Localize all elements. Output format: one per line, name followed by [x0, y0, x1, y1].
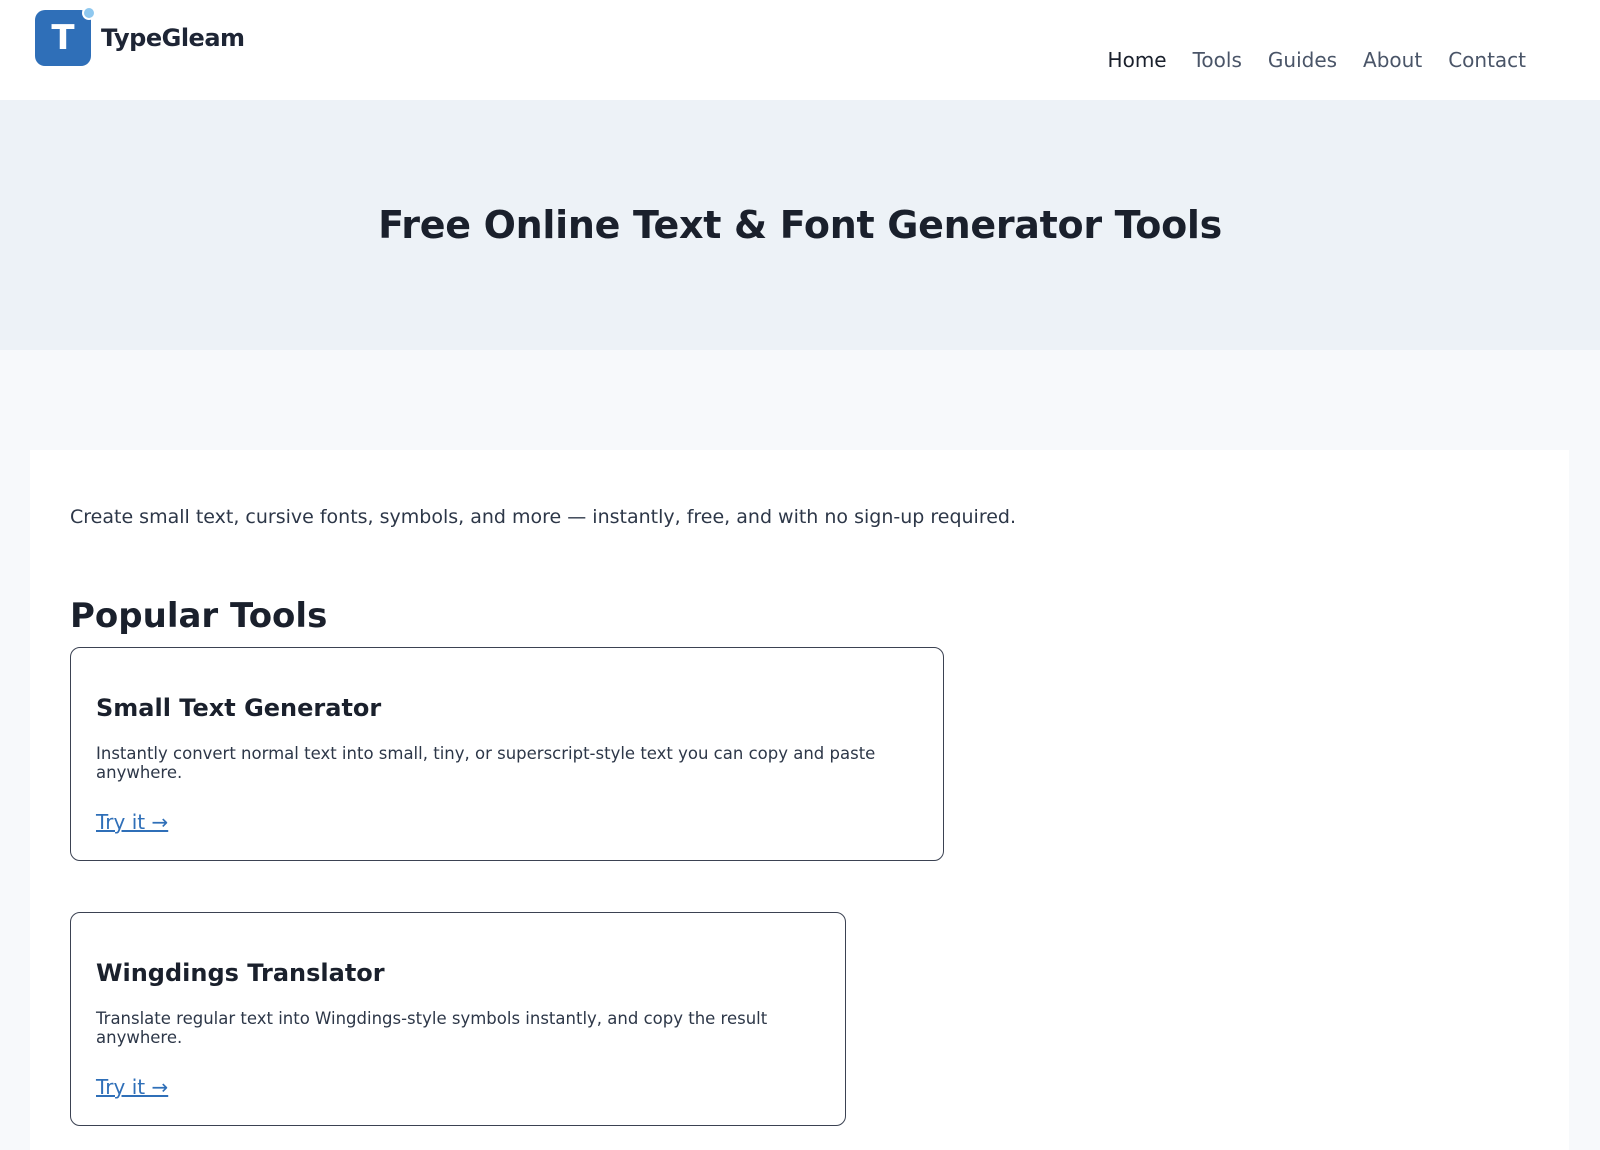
brand-name: TypeGleam — [101, 24, 245, 52]
nav-link-tools[interactable]: Tools — [1193, 48, 1242, 72]
main-nav: Home Tools Guides About Contact — [1108, 48, 1526, 72]
logo-icon: T — [35, 6, 96, 66]
logo-dot — [82, 6, 96, 20]
intro-text: Create small text, cursive fonts, symbol… — [70, 506, 1017, 528]
tool-card-small-text: Small Text Generator Instantly convert n… — [70, 647, 944, 861]
nav-link-about[interactable]: About — [1363, 48, 1422, 72]
tool-card-title: Wingdings Translator — [96, 959, 385, 987]
tool-card-description: Instantly convert normal text into small… — [96, 744, 876, 782]
logo-letter: T — [51, 18, 75, 58]
tool-card-wingdings: Wingdings Translator Translate regular t… — [70, 912, 846, 1126]
site-header: T TypeGleam Home Tools Guides About Cont… — [0, 0, 1600, 100]
hero-banner: Free Online Text & Font Generator Tools — [0, 100, 1600, 350]
nav-link-contact[interactable]: Contact — [1448, 48, 1526, 72]
page-title: Free Online Text & Font Generator Tools — [378, 203, 1222, 247]
content-panel: Create small text, cursive fonts, symbol… — [30, 450, 1569, 1150]
nav-link-home[interactable]: Home — [1108, 48, 1167, 72]
site-logo[interactable]: T TypeGleam — [35, 6, 245, 66]
nav-link-guides[interactable]: Guides — [1268, 48, 1337, 72]
try-it-link-wingdings[interactable]: Try it → — [96, 1075, 168, 1099]
try-it-link-small-text[interactable]: Try it → — [96, 810, 168, 834]
tool-card-title: Small Text Generator — [96, 694, 382, 722]
section-title-popular-tools: Popular Tools — [70, 596, 328, 636]
tool-card-description: Translate regular text into Wingdings-st… — [96, 1009, 768, 1047]
